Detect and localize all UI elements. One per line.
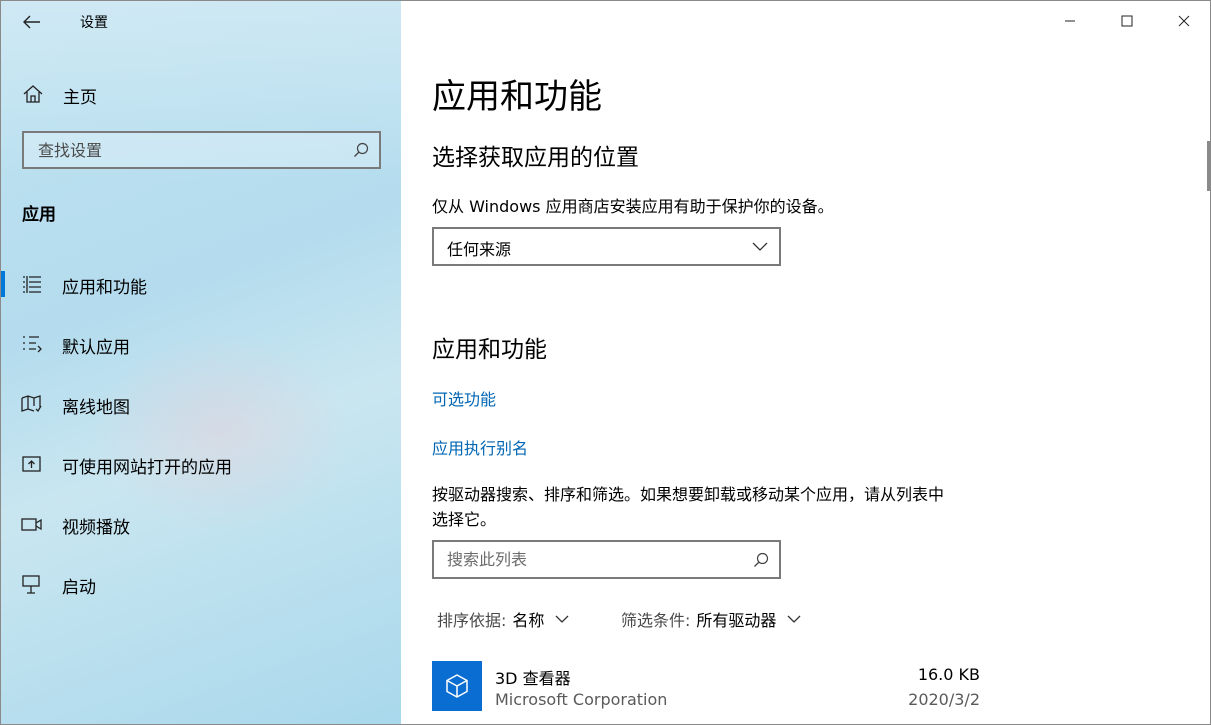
- video-icon: [21, 518, 42, 531]
- maximize-button[interactable]: [1098, 1, 1155, 41]
- cube-icon: [446, 674, 468, 698]
- settings-search-input[interactable]: [24, 133, 338, 167]
- sidebar: 设置 主页 应用 应用和功能 默认应用: [1, 1, 401, 724]
- filter-by-dropdown[interactable]: 筛选条件: 所有驱动器: [621, 607, 802, 631]
- main-content: 应用和功能 选择获取应用的位置 仅从 Windows 应用商店安装应用有助于保护…: [401, 1, 1210, 724]
- dropdown-value: 任何来源: [447, 240, 512, 259]
- chevron-down-icon: [752, 242, 768, 251]
- apps-features-heading: 应用和功能: [432, 337, 547, 363]
- back-arrow-icon: [23, 15, 40, 29]
- sidebar-item-home[interactable]: 主页: [1, 74, 401, 114]
- sidebar-item-label: 离线地图: [62, 398, 130, 418]
- install-source-heading: 选择获取应用的位置: [432, 145, 639, 171]
- app-install-date: 2020/3/2: [908, 690, 980, 709]
- default-apps-icon: [23, 336, 42, 353]
- apps-list-search-input[interactable]: [434, 542, 737, 577]
- home-label: 主页: [63, 88, 97, 108]
- search-icon[interactable]: [353, 142, 369, 158]
- sort-value: 名称: [512, 611, 545, 630]
- sidebar-item-video-playback[interactable]: 视频播放: [1, 499, 401, 549]
- startup-icon: [22, 575, 40, 594]
- close-icon: [1178, 15, 1189, 27]
- sidebar-item-offline-maps[interactable]: 离线地图: [1, 379, 401, 429]
- sidebar-item-label: 应用和功能: [62, 278, 147, 298]
- sidebar-item-label: 默认应用: [62, 338, 130, 358]
- sidebar-item-startup[interactable]: 启动: [1, 559, 401, 609]
- sort-by-dropdown[interactable]: 排序依据: 名称: [437, 607, 570, 631]
- filter-label: 筛选条件:: [621, 611, 691, 630]
- app-title: 设置: [80, 15, 108, 31]
- search-icon[interactable]: [753, 552, 769, 568]
- sidebar-section-title: 应用: [22, 205, 56, 225]
- window-caption-buttons: [1041, 1, 1210, 43]
- home-icon: [23, 85, 43, 103]
- sort-label: 排序依据:: [437, 611, 507, 630]
- optional-features-link[interactable]: 可选功能: [432, 386, 496, 410]
- chevron-down-icon: [787, 615, 801, 623]
- install-source-description: 仅从 Windows 应用商店安装应用有助于保护你的设备。: [432, 197, 834, 216]
- apps-list-description-line2: 选择它。: [432, 510, 497, 529]
- sidebar-item-label: 可使用网站打开的应用: [62, 458, 232, 478]
- sidebar-item-label: 视频播放: [62, 518, 130, 538]
- maximize-icon: [1121, 15, 1132, 27]
- sidebar-item-default-apps[interactable]: 默认应用: [1, 319, 401, 369]
- install-source-dropdown[interactable]: 任何来源: [432, 227, 781, 266]
- apps-list-icon: [23, 276, 41, 293]
- app-publisher: Microsoft Corporation: [495, 690, 668, 709]
- apps-list-description-line1: 按驱动器搜索、排序和筛选。如果想要卸载或移动某个应用，请从列表中: [432, 485, 945, 504]
- settings-search-box[interactable]: [22, 131, 381, 169]
- filter-value: 所有驱动器: [696, 611, 777, 630]
- sidebar-item-apps-features[interactable]: 应用和功能: [1, 259, 401, 309]
- page-title: 应用和功能: [432, 77, 602, 117]
- settings-window: 设置 主页 应用 应用和功能 默认应用: [0, 0, 1211, 725]
- map-icon: [21, 395, 42, 413]
- sidebar-item-label: 启动: [62, 578, 96, 598]
- apps-list-search-box[interactable]: [432, 540, 781, 579]
- app-list-item[interactable]: 3D 查看器 Microsoft Corporation 16.0 KB 202…: [432, 660, 992, 720]
- app-execution-alias-link[interactable]: 应用执行别名: [432, 435, 528, 459]
- app-name: 3D 查看器: [495, 669, 571, 688]
- minimize-icon: [1064, 20, 1075, 22]
- 3d-viewer-app-icon: [432, 661, 482, 711]
- chevron-down-icon: [555, 615, 569, 623]
- app-size: 16.0 KB: [917, 665, 980, 684]
- back-button[interactable]: [15, 7, 49, 37]
- minimize-button[interactable]: [1041, 1, 1098, 41]
- sidebar-item-apps-for-websites[interactable]: 可使用网站打开的应用: [1, 439, 401, 489]
- scrollbar-thumb[interactable]: [1207, 141, 1210, 191]
- close-button[interactable]: [1155, 1, 1210, 41]
- open-web-icon: [22, 456, 41, 472]
- apps-list-description: 按驱动器搜索、排序和筛选。如果想要卸载或移动某个应用，请从列表中 选择它。: [432, 482, 944, 532]
